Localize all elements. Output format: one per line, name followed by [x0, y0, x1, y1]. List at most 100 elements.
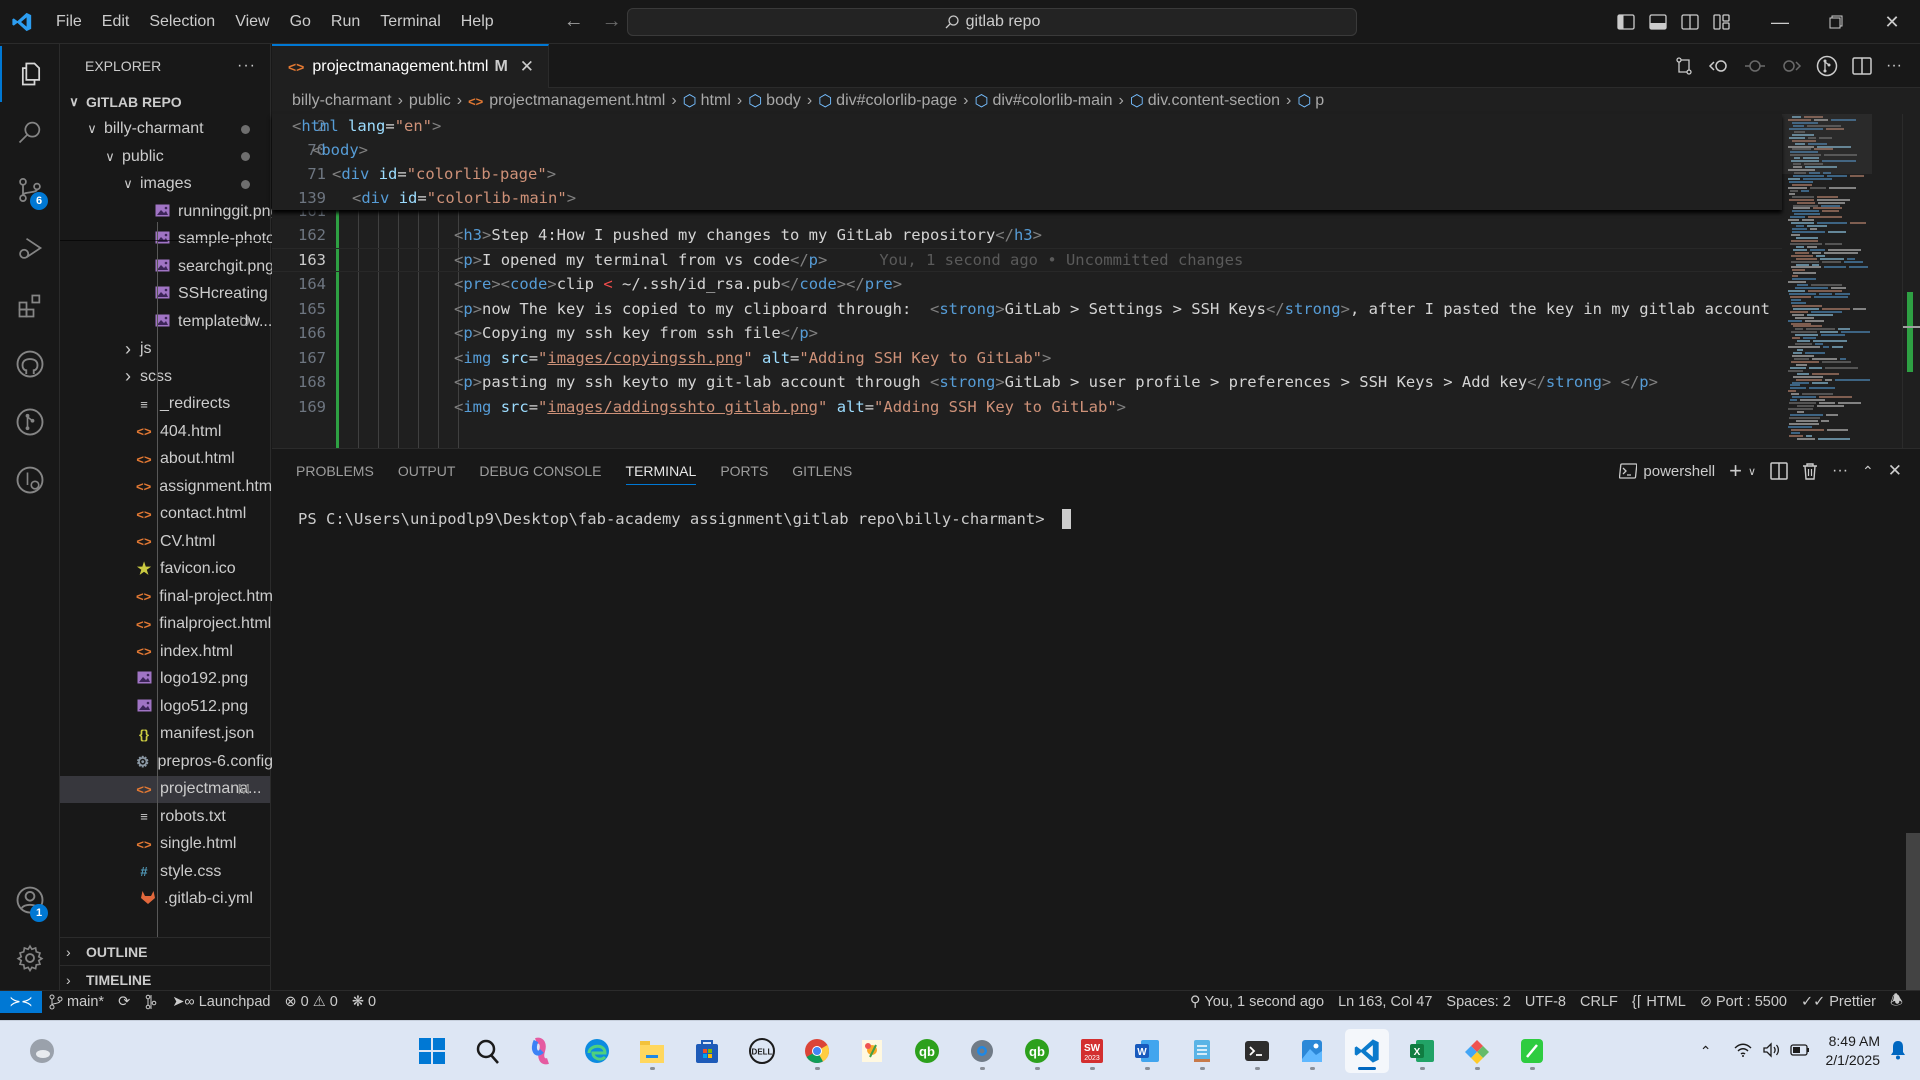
code-line[interactable]: 169 <img src="images/addingsshto gitlab.p…: [272, 395, 1782, 419]
editor-more-actions-icon[interactable]: ···: [1886, 57, 1902, 75]
tree-file[interactable]: SSHcreating .png: [60, 281, 303, 309]
activity-extensions[interactable]: [0, 278, 60, 334]
next-revision-icon[interactable]: [1780, 56, 1802, 76]
taskbar-photos-icon[interactable]: [1290, 1029, 1334, 1073]
code-line[interactable]: 167 <img src="images/copyingssh.png" alt=…: [272, 346, 1782, 370]
breadcrumb-item[interactable]: public: [409, 92, 451, 110]
minimap[interactable]: [1782, 114, 1872, 448]
activity-gitlens-inspect[interactable]: [0, 452, 60, 508]
tree-file[interactable]: ⚙ prepros-6.config: [60, 748, 273, 776]
notifications-bell-icon[interactable]: 🕭: [1883, 990, 1910, 1015]
taskbar-green-app-icon[interactable]: [1510, 1029, 1554, 1073]
breadcrumb-item[interactable]: html: [701, 92, 731, 110]
customize-layout-icon[interactable]: [1706, 0, 1738, 44]
tab-output[interactable]: OUTPUT: [386, 449, 468, 493]
more-actions-icon[interactable]: ···: [237, 57, 256, 75]
taskbar-file-explorer-icon[interactable]: [630, 1029, 674, 1073]
breadcrumb-item[interactable]: div#colorlib-page: [836, 92, 957, 110]
restore-button[interactable]: [1808, 0, 1864, 44]
language-mode[interactable]: {⌈ HTML: [1625, 994, 1693, 1010]
branch-indicator[interactable]: main*: [42, 994, 111, 1010]
close-window-button[interactable]: ✕: [1864, 0, 1920, 44]
activity-source-control[interactable]: 6: [0, 162, 60, 218]
taskbar-solidworks-2023-icon[interactable]: SW 2023: [1070, 1029, 1114, 1073]
close-panel-icon[interactable]: ✕: [1888, 461, 1902, 481]
taskbar-edge-icon[interactable]: [575, 1029, 619, 1073]
taskbar-notepad-icon[interactable]: [1180, 1029, 1224, 1073]
tab-debug-console[interactable]: DEBUG CONSOLE: [467, 449, 613, 493]
tree-folder[interactable]: › scss: [60, 363, 270, 391]
taskbar-dell-icon[interactable]: DELL: [740, 1029, 784, 1073]
tree-file[interactable]: <> finalproject.html: [60, 611, 271, 639]
timeline-section[interactable]: › TIMELINE: [60, 965, 271, 993]
terminal-scrollbar[interactable]: [1906, 833, 1920, 991]
sticky-scroll-header[interactable]: 2 <html lang="en"> 70 <body> 71 <div id="colo…: [272, 114, 1782, 210]
menu-selection[interactable]: Selection: [139, 0, 225, 44]
tree-file[interactable]: <> assignment.html: [60, 473, 276, 501]
volume-icon[interactable]: [1762, 1041, 1780, 1061]
menu-edit[interactable]: Edit: [92, 0, 140, 44]
activity-explorer[interactable]: [0, 46, 60, 102]
tree-folder[interactable]: ∨ public: [60, 143, 270, 171]
code-editor[interactable]: 160<img src="images/locally.png" alt="Ge…: [272, 114, 1920, 448]
tree-file[interactable]: runninggit.png: [60, 198, 279, 226]
toggle-primary-sidebar-icon[interactable]: [1610, 0, 1642, 44]
taskbar-start-icon[interactable]: [410, 1029, 454, 1073]
menu-terminal[interactable]: Terminal: [370, 0, 450, 44]
gitlens-inspect-icon[interactable]: [1816, 55, 1838, 77]
activity-search[interactable]: [0, 104, 60, 160]
terminal-output[interactable]: PS C:\Users\unipodlp9\Desktop\fab-academ…: [298, 509, 1071, 529]
previous-revision-icon[interactable]: [1708, 56, 1730, 76]
breadcrumb-item[interactable]: billy-charmant: [292, 92, 392, 110]
prettier-status[interactable]: ✓✓ Prettier: [1794, 994, 1883, 1010]
breadcrumb-item[interactable]: p: [1315, 92, 1324, 110]
split-terminal-icon[interactable]: [1770, 462, 1788, 480]
taskbar-search-icon[interactable]: [465, 1029, 509, 1073]
menu-view[interactable]: View: [225, 0, 279, 44]
launchpad-item[interactable]: ➤∞ Launchpad: [165, 994, 277, 1010]
tree-file[interactable]: <> CV.html: [60, 528, 270, 556]
cursor-position[interactable]: Ln 163, Col 47: [1331, 994, 1439, 1010]
taskbar-settings-icon[interactable]: [960, 1029, 1004, 1073]
tab-projectmanagement-html[interactable]: <> projectmanagement.html M ✕: [272, 44, 549, 88]
breadcrumb-item[interactable]: div#colorlib-main: [992, 92, 1112, 110]
tree-file[interactable]: ≡ robots.txt: [60, 803, 270, 831]
activity-gitlens[interactable]: [0, 394, 60, 450]
code-line[interactable]: 162 <h3>Step 4:How I pushed my changes to…: [272, 223, 1782, 247]
workspace-root[interactable]: ∨ GITLAB REPO: [60, 88, 270, 116]
sticky-line[interactable]: 70 <body>: [272, 138, 1782, 162]
revision-icon[interactable]: [1744, 56, 1766, 76]
tree-file[interactable]: <> single.html: [60, 831, 270, 859]
tree-file[interactable]: <> contact.html: [60, 501, 270, 529]
sticky-line[interactable]: 71 <div id="colorlib-page">: [272, 162, 1782, 186]
ports-indicator[interactable]: ❋ 0: [345, 994, 383, 1010]
code-line[interactable]: 168 <p>pasting my ssh keyto my git-lab ac…: [272, 370, 1782, 394]
tree-file[interactable]: .gitlab-ci.yml: [60, 886, 270, 914]
minimize-button[interactable]: —: [1752, 0, 1808, 44]
new-terminal-icon[interactable]: +: [1729, 458, 1742, 484]
code-line[interactable]: 166 <p>Copying my ssh key from ssh file</…: [272, 321, 1782, 345]
indentation[interactable]: Spaces: 2: [1439, 994, 1518, 1010]
tree-folder[interactable]: › js: [60, 336, 270, 364]
tree-file[interactable]: ≡ _redirects: [60, 391, 270, 419]
minimap-slider[interactable]: [1782, 114, 1872, 174]
tab-gitlens[interactable]: GITLENS: [780, 449, 864, 493]
blame-indicator[interactable]: ⚲ You, 1 second ago: [1183, 994, 1331, 1010]
tree-file[interactable]: # style.css: [60, 858, 270, 886]
taskbar-quickbooks-icon[interactable]: qb: [905, 1029, 949, 1073]
toggle-panel-icon[interactable]: [1642, 0, 1674, 44]
toggle-secondary-sidebar-icon[interactable]: [1674, 0, 1706, 44]
open-changes-icon[interactable]: [1674, 56, 1694, 76]
code-line[interactable]: 163 <p>I opened my terminal from vs code<…: [272, 248, 1782, 272]
tree-folder[interactable]: ∨ billy-charmant: [60, 116, 270, 144]
breadcrumb-item[interactable]: projectmanagement.html: [489, 92, 665, 110]
tree-file[interactable]: templatedw... U: [60, 308, 272, 336]
activity-manage[interactable]: [0, 930, 60, 986]
taskbar-excel-icon[interactable]: X: [1400, 1029, 1444, 1073]
sticky-line[interactable]: 2 <html lang="en">: [272, 114, 1782, 138]
wifi-icon[interactable]: [1734, 1042, 1752, 1061]
tree-file[interactable]: searchgit.png: [60, 253, 274, 281]
taskbar-copilot-icon[interactable]: [520, 1029, 564, 1073]
tab-ports[interactable]: PORTS: [708, 449, 780, 493]
tree-file[interactable]: ★ favicon.ico: [60, 556, 270, 584]
